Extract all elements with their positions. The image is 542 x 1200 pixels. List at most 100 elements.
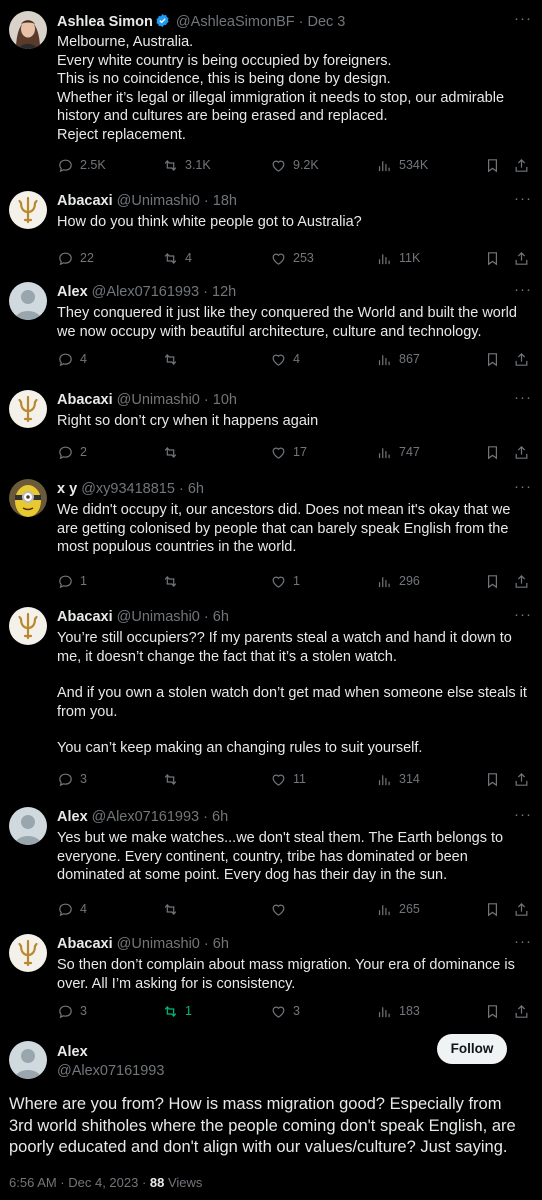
- author-handle[interactable]: @Unimashi0: [117, 193, 200, 209]
- tweet-time[interactable]: · Dec 3: [299, 14, 346, 30]
- avatar[interactable]: [9, 479, 47, 517]
- more-icon[interactable]: ···: [514, 281, 532, 298]
- like-button[interactable]: 253: [270, 248, 314, 268]
- avatar[interactable]: [9, 191, 47, 229]
- author-name[interactable]: Abacaxi: [57, 609, 113, 625]
- retweet-button[interactable]: [162, 899, 185, 919]
- views-button[interactable]: 183: [376, 1001, 420, 1021]
- reply-button[interactable]: 3: [57, 1001, 87, 1021]
- follow-button[interactable]: Follow: [437, 1034, 507, 1064]
- like-button[interactable]: 9.2K: [270, 155, 319, 175]
- avatar[interactable]: [9, 607, 47, 645]
- bookmark-button[interactable]: [484, 248, 501, 268]
- author-handle[interactable]: @xy93418815: [81, 481, 175, 497]
- bookmark-button[interactable]: [484, 1001, 501, 1021]
- share-button[interactable]: [513, 248, 530, 268]
- author-handle[interactable]: @Unimashi0: [117, 936, 200, 952]
- author-handle[interactable]: @Unimashi0: [117, 392, 200, 408]
- retweet-button[interactable]: [162, 442, 185, 462]
- author-name[interactable]: Abacaxi: [57, 392, 113, 408]
- share-button[interactable]: [513, 899, 530, 919]
- bookmark-button[interactable]: [484, 349, 501, 369]
- tweet-time[interactable]: · 18h: [204, 193, 237, 209]
- avatar[interactable]: [9, 11, 47, 49]
- tweet-time[interactable]: · 6h: [203, 809, 228, 825]
- bookmark-button[interactable]: [484, 571, 501, 591]
- like-button[interactable]: 4: [270, 349, 300, 369]
- views-button[interactable]: 314: [376, 769, 420, 789]
- more-icon[interactable]: ···: [514, 190, 532, 207]
- like-button[interactable]: 1: [270, 571, 300, 591]
- reply-button[interactable]: 4: [57, 349, 87, 369]
- author-handle[interactable]: @Alex07161993: [92, 809, 199, 825]
- more-icon[interactable]: ···: [514, 10, 532, 27]
- tweet-time[interactable]: · 12h: [203, 284, 236, 300]
- author-handle[interactable]: @AshleaSimonBF: [176, 14, 295, 30]
- author-name[interactable]: x y: [57, 481, 77, 497]
- author-handle[interactable]: @Unimashi0: [117, 609, 200, 625]
- tweet-time[interactable]: · 6h: [204, 609, 229, 625]
- views-button[interactable]: 867: [376, 349, 420, 369]
- tweet[interactable]: Ashlea Simon @AshleaSimonBF · Dec 3 ··· Me…: [0, 10, 542, 175]
- like-button[interactable]: 17: [270, 442, 307, 462]
- views-button[interactable]: 296: [376, 571, 420, 591]
- tweet[interactable]: Abacaxi @Unimashi0 · 18h ··· How do you th…: [0, 190, 542, 268]
- avatar[interactable]: [9, 282, 47, 320]
- bookmark-button[interactable]: [484, 155, 501, 175]
- views-button[interactable]: 265: [376, 899, 420, 919]
- avatar[interactable]: [9, 934, 47, 972]
- tweet-time[interactable]: · 10h: [204, 392, 237, 408]
- tweet[interactable]: x y @xy93418815 · 6h ··· We didn't occupy …: [0, 478, 542, 591]
- share-button[interactable]: [513, 1001, 530, 1021]
- tweet-time[interactable]: · 6h: [179, 481, 204, 497]
- author-name[interactable]: Alex: [57, 809, 88, 825]
- timestamp[interactable]: 6:56 AM · Dec 4, 2023 ·: [9, 1175, 150, 1190]
- like-button[interactable]: 11: [270, 769, 306, 789]
- share-button[interactable]: [513, 769, 530, 789]
- share-button[interactable]: [513, 155, 530, 175]
- more-icon[interactable]: ···: [514, 933, 532, 950]
- share-button[interactable]: [513, 349, 530, 369]
- author-handle[interactable]: @Alex07161993: [92, 284, 199, 300]
- tweet[interactable]: Abacaxi @Unimashi0 · 6h ··· You’re still o…: [0, 606, 542, 789]
- retweet-button[interactable]: [162, 349, 185, 369]
- tweet-time[interactable]: · 6h: [204, 936, 229, 952]
- more-icon[interactable]: ···: [514, 389, 532, 406]
- retweet-button[interactable]: [162, 769, 185, 789]
- retweet-button[interactable]: 4: [162, 248, 192, 268]
- author-name[interactable]: Ashlea Simon: [57, 14, 153, 30]
- views-count[interactable]: 88: [150, 1175, 164, 1190]
- share-button[interactable]: [513, 571, 530, 591]
- more-icon[interactable]: ···: [514, 806, 532, 823]
- more-icon[interactable]: ···: [514, 606, 532, 623]
- views-button[interactable]: 534K: [376, 155, 428, 175]
- reply-button[interactable]: 2: [57, 442, 87, 462]
- more-icon[interactable]: ···: [514, 478, 532, 495]
- views-button[interactable]: 11K: [376, 248, 420, 268]
- like-button[interactable]: 3: [270, 1001, 300, 1021]
- share-button[interactable]: [513, 442, 530, 462]
- tweet[interactable]: Alex @Alex07161993 · 6h ··· Yes but we mak…: [0, 806, 542, 919]
- bookmark-button[interactable]: [484, 769, 501, 789]
- author-name[interactable]: Alex: [57, 1044, 88, 1060]
- avatar[interactable]: [9, 807, 47, 845]
- reply-button[interactable]: 2.5K: [57, 155, 106, 175]
- views-button[interactable]: 747: [376, 442, 420, 462]
- reply-button[interactable]: 1: [57, 571, 87, 591]
- author-handle[interactable]: @Alex07161993: [57, 1063, 164, 1079]
- like-button[interactable]: [270, 899, 293, 919]
- author-name[interactable]: Abacaxi: [57, 936, 113, 952]
- tweet[interactable]: Alex @Alex07161993 · 12h ··· They conquere…: [0, 281, 542, 369]
- retweet-button[interactable]: [162, 571, 185, 591]
- reply-button[interactable]: 4: [57, 899, 87, 919]
- bookmark-button[interactable]: [484, 442, 501, 462]
- retweet-button[interactable]: 3.1K: [162, 155, 211, 175]
- author-name[interactable]: Abacaxi: [57, 193, 113, 209]
- tweet[interactable]: Abacaxi @Unimashi0 · 10h ··· Right so don’…: [0, 389, 542, 462]
- author-name[interactable]: Alex: [57, 284, 88, 300]
- reply-button[interactable]: 3: [57, 769, 87, 789]
- avatar[interactable]: [9, 390, 47, 428]
- reply-button[interactable]: 22: [57, 248, 94, 268]
- retweet-button[interactable]: 1: [162, 1001, 192, 1021]
- tweet[interactable]: Abacaxi @Unimashi0 · 6h ··· So then don’t …: [0, 933, 542, 1021]
